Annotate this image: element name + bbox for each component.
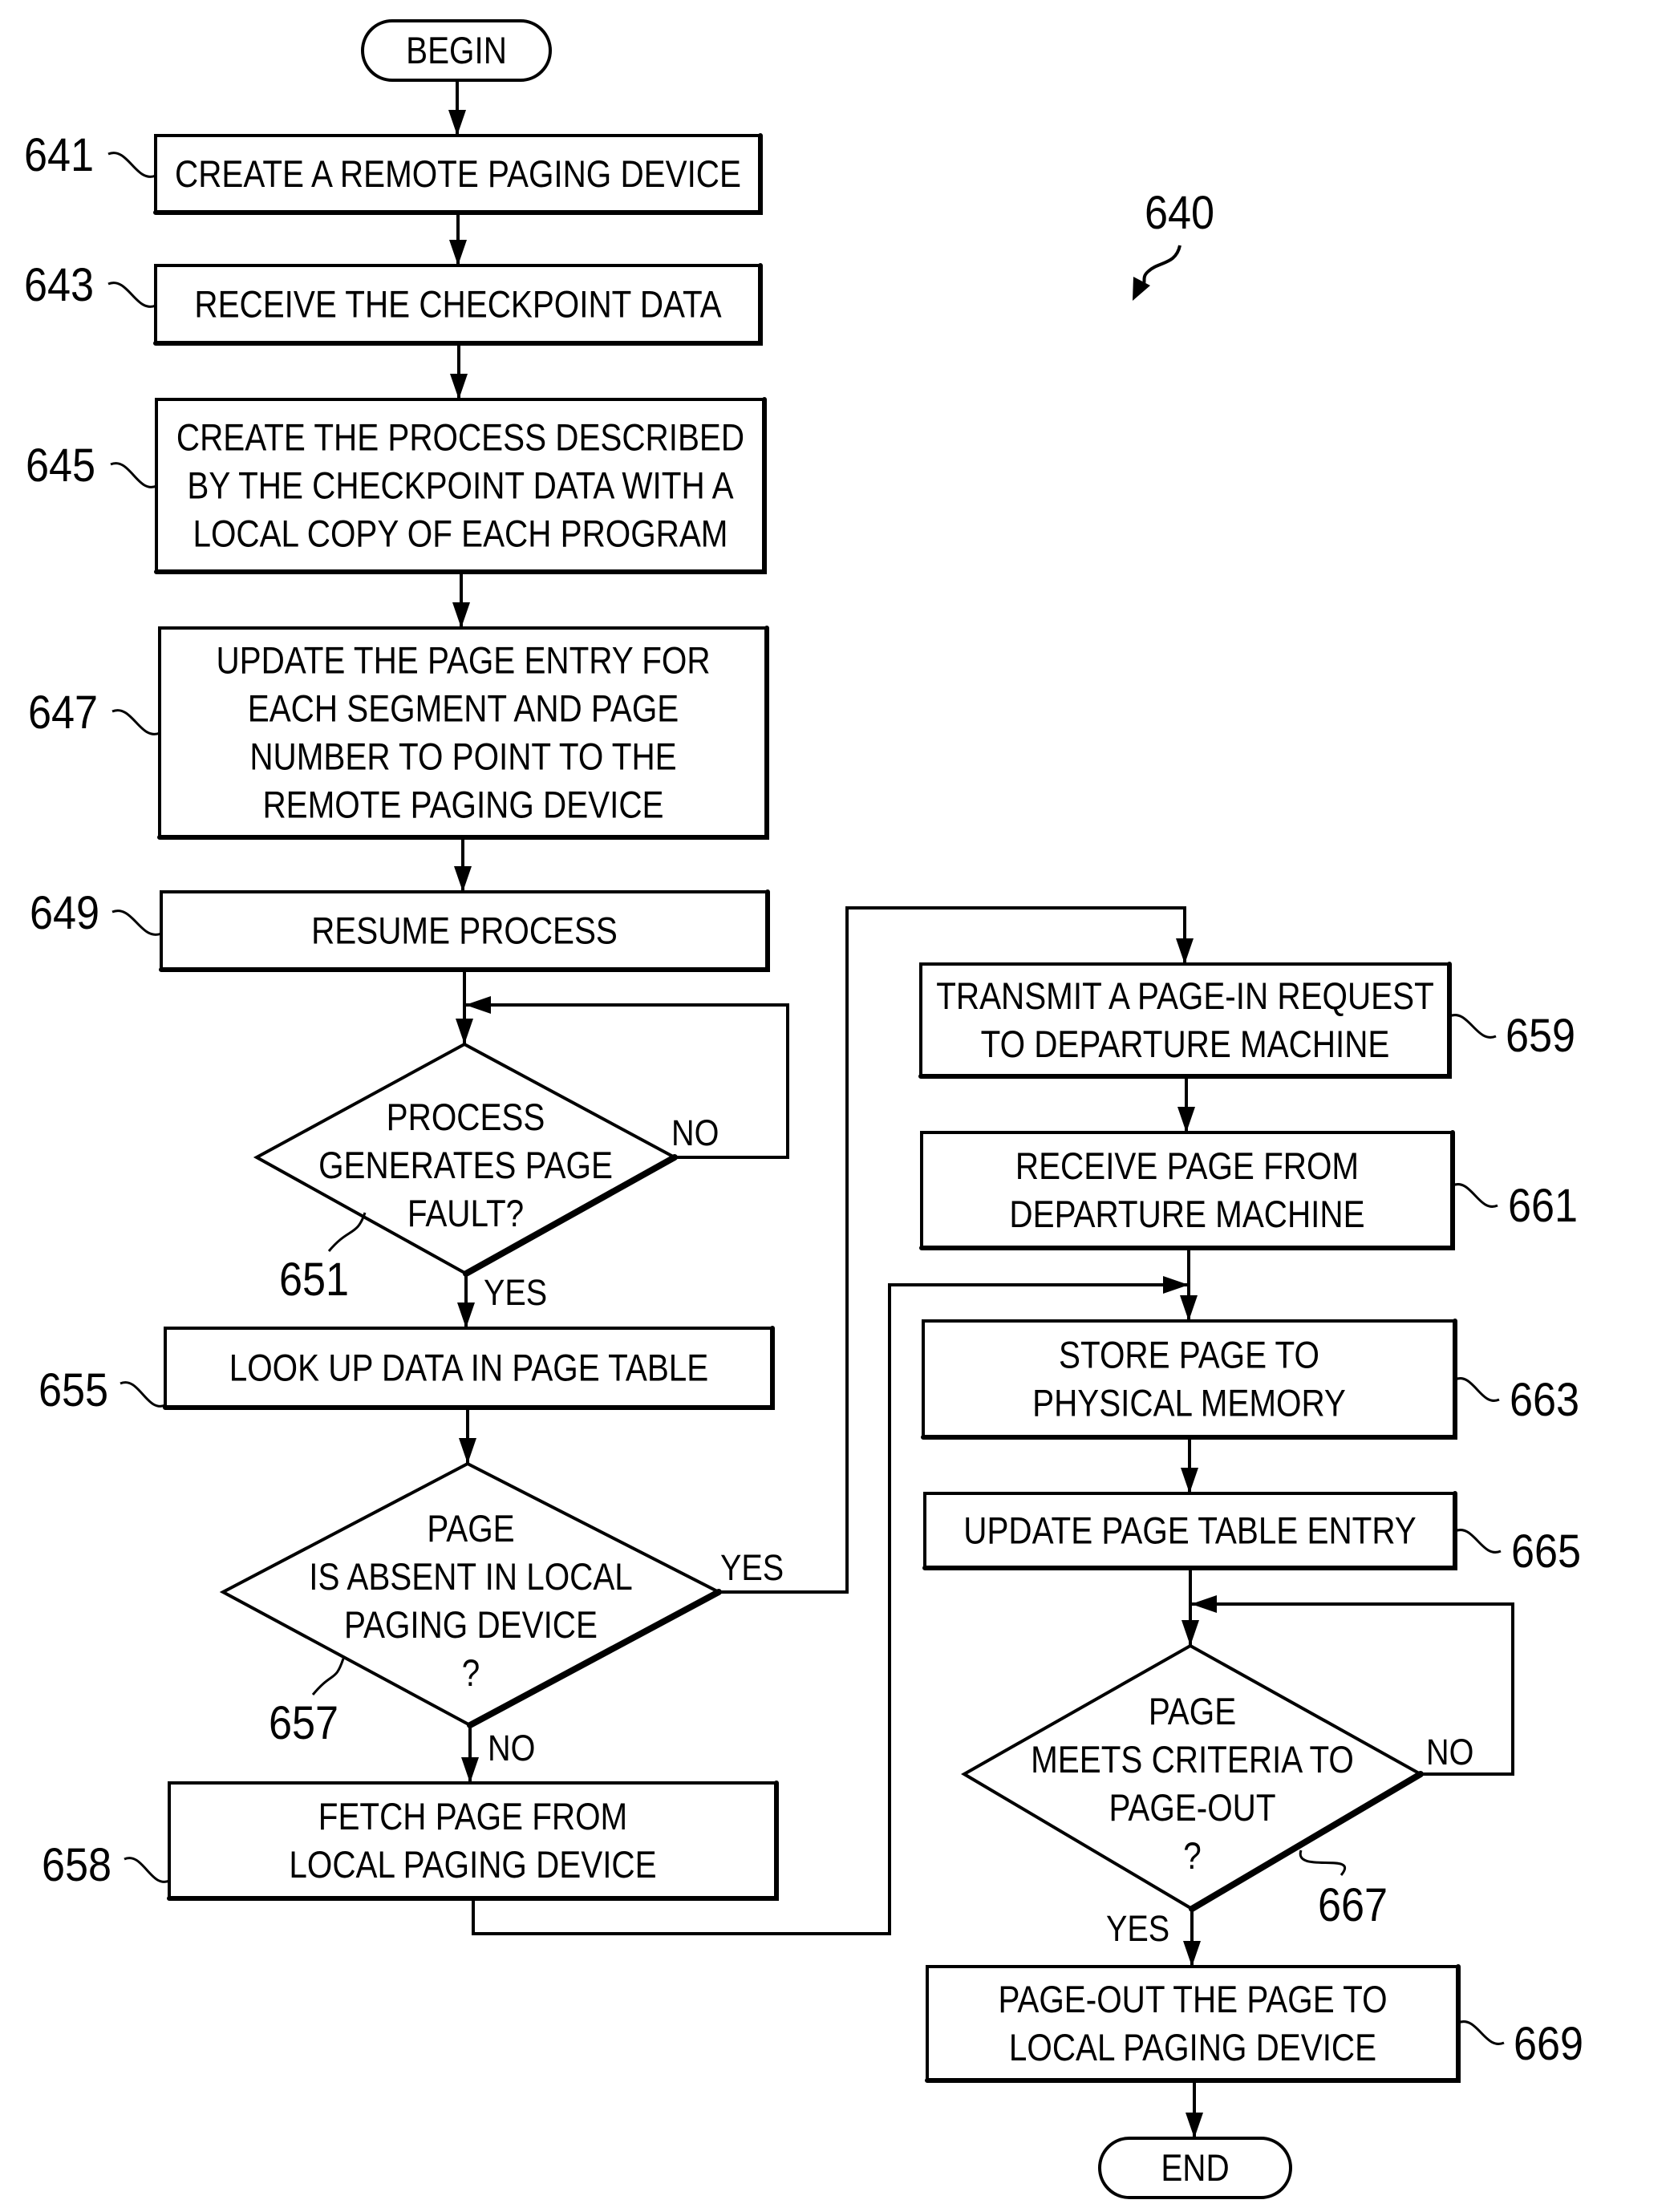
begin-text-line: BEGIN bbox=[406, 30, 507, 72]
arrowhead-down bbox=[1186, 2113, 1203, 2138]
arrowhead-down bbox=[461, 1757, 479, 1783]
ref-label-663: 663 bbox=[1510, 1373, 1579, 1425]
ref-leader-665 bbox=[1454, 1529, 1502, 1554]
ref-label-647: 647 bbox=[28, 686, 98, 738]
n651-text-line: GENERATES PAGE bbox=[318, 1144, 613, 1187]
ref-label-641: 641 bbox=[24, 128, 94, 180]
arrowhead-down bbox=[1177, 1107, 1195, 1132]
ref-label-651: 651 bbox=[279, 1253, 349, 1305]
n645-text-line: CREATE THE PROCESS DESCRIBED bbox=[176, 417, 744, 460]
arrowhead-right bbox=[1163, 1276, 1189, 1294]
ref-leader-663 bbox=[1454, 1377, 1500, 1402]
n649-text-line: RESUME PROCESS bbox=[311, 910, 618, 953]
ref-label-665: 665 bbox=[1511, 1525, 1581, 1577]
n669-text-line: PAGE-OUT THE PAGE TO bbox=[998, 1979, 1387, 2021]
arrowhead-down bbox=[452, 602, 470, 628]
branch-label-n651-no: NO bbox=[671, 1113, 719, 1153]
arrowhead-down bbox=[1181, 1468, 1198, 1493]
ref-leader-657 bbox=[311, 1658, 345, 1695]
ref-leader-641 bbox=[107, 152, 156, 178]
ref-label-659: 659 bbox=[1506, 1009, 1575, 1061]
figure-reference-arrow bbox=[1141, 245, 1181, 287]
ref-leader-645 bbox=[110, 462, 157, 488]
ref-leader-667 bbox=[1299, 1849, 1346, 1876]
arrowhead-down bbox=[459, 1438, 476, 1464]
ref-label-649: 649 bbox=[30, 886, 99, 938]
arrowhead-left bbox=[465, 996, 491, 1014]
arrowhead-down bbox=[450, 374, 468, 399]
arrowhead-down bbox=[1180, 1295, 1198, 1321]
figure-reference-arrowhead bbox=[1133, 277, 1150, 301]
end-text-line: END bbox=[1161, 2147, 1229, 2190]
n663-text-line: PHYSICAL MEMORY bbox=[1032, 1383, 1346, 1425]
n661-text-line: DEPARTURE MACHINE bbox=[1009, 1193, 1364, 1236]
branch-label-n667-no: NO bbox=[1426, 1732, 1473, 1772]
n645-text-line: LOCAL COPY OF EACH PROGRAM bbox=[193, 513, 728, 556]
n669-text-line: LOCAL PAGING DEVICE bbox=[1009, 2027, 1376, 2069]
branch-label-n657-no: NO bbox=[488, 1728, 535, 1768]
n651-text-line: FAULT? bbox=[407, 1193, 524, 1235]
arrowhead-down bbox=[457, 1302, 475, 1328]
n647-text-line: NUMBER TO POINT TO THE bbox=[249, 736, 676, 779]
n645-text-line: BY THE CHECKPOINT DATA WITH A bbox=[187, 465, 734, 508]
ref-leader-661 bbox=[1452, 1183, 1498, 1208]
arrowhead-down bbox=[1183, 1941, 1201, 1967]
flowchart-640: BEGIN CREATE A REMOTE PAGING DEVICE 641 REC… bbox=[24, 19, 1583, 2199]
n663-text-line: STORE PAGE TO bbox=[1059, 1335, 1319, 1377]
ref-leader-649 bbox=[111, 910, 162, 936]
ref-label-655: 655 bbox=[39, 1363, 108, 1416]
branch-label-n667-yes: YES bbox=[1106, 1909, 1169, 1949]
n657-text-line: ? bbox=[462, 1652, 480, 1695]
figure-reference-label: 640 bbox=[1145, 186, 1214, 238]
ref-label-657: 657 bbox=[269, 1696, 338, 1748]
n659-text-line: TRANSMIT A PAGE-IN REQUEST bbox=[936, 975, 1434, 1018]
arrowhead-down bbox=[456, 1019, 473, 1044]
ref-leader-643 bbox=[107, 282, 156, 308]
n657-text-line: IS ABSENT IN LOCAL bbox=[309, 1556, 633, 1598]
n658-text-line: LOCAL PAGING DEVICE bbox=[289, 1844, 656, 1886]
n667-text-line: PAGE bbox=[1149, 1691, 1236, 1733]
n657-text-line: PAGE bbox=[427, 1508, 514, 1550]
n667-text-line: ? bbox=[1183, 1835, 1201, 1878]
ref-leader-658 bbox=[124, 1857, 170, 1883]
arrowhead-down bbox=[448, 110, 466, 136]
ref-label-645: 645 bbox=[26, 439, 95, 491]
n647-text-line: REMOTE PAGING DEVICE bbox=[262, 784, 663, 827]
ref-leader-669 bbox=[1457, 2020, 1505, 2045]
n661-text-line: RECEIVE PAGE FROM bbox=[1015, 1145, 1359, 1188]
n641-text-line: CREATE A REMOTE PAGING DEVICE bbox=[175, 153, 741, 196]
ref-label-669: 669 bbox=[1514, 2017, 1583, 2069]
n647-text-line: EACH SEGMENT AND PAGE bbox=[248, 688, 679, 731]
arrowhead-down bbox=[449, 240, 467, 265]
ref-leader-651 bbox=[327, 1212, 367, 1252]
n658-text-line: FETCH PAGE FROM bbox=[318, 1796, 627, 1838]
arrowhead-left bbox=[1191, 1595, 1217, 1613]
branch-label-n651-yes: YES bbox=[484, 1273, 547, 1313]
ref-label-661: 661 bbox=[1508, 1179, 1578, 1231]
arrowhead-down bbox=[454, 866, 472, 892]
n657-text-line: PAGING DEVICE bbox=[344, 1604, 598, 1647]
ref-label-658: 658 bbox=[42, 1838, 111, 1890]
arrowhead-down bbox=[1181, 1620, 1199, 1646]
n665-text-line: UPDATE PAGE TABLE ENTRY bbox=[963, 1510, 1416, 1553]
ref-label-643: 643 bbox=[24, 258, 94, 310]
n667-text-line: PAGE-OUT bbox=[1109, 1787, 1275, 1829]
arrowhead-down bbox=[1176, 938, 1194, 964]
ref-leader-659 bbox=[1449, 1014, 1497, 1039]
n647-text-line: UPDATE THE PAGE ENTRY FOR bbox=[216, 640, 710, 683]
branch-label-n657-yes: YES bbox=[720, 1548, 784, 1588]
ref-leader-647 bbox=[111, 709, 160, 735]
n655-text-line: LOOK UP DATA IN PAGE TABLE bbox=[229, 1347, 708, 1390]
n643-text-line: RECEIVE THE CHECKPOINT DATA bbox=[194, 284, 722, 326]
ref-label-667: 667 bbox=[1318, 1878, 1388, 1930]
n659-text-line: TO DEPARTURE MACHINE bbox=[981, 1023, 1390, 1066]
n667-text-line: MEETS CRITERIA TO bbox=[1031, 1739, 1354, 1781]
ref-leader-655 bbox=[120, 1381, 166, 1408]
n651-text-line: PROCESS bbox=[387, 1096, 545, 1139]
